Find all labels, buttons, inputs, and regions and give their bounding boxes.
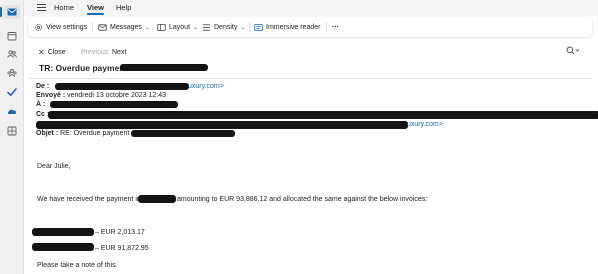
immersive-reader-icon [254,23,263,31]
object-field: Objet : RE: Overdue payment < [36,130,136,137]
more-options-button[interactable]: ··· [332,21,339,33]
sent-field: Envoyé : vendredi 13 octobre 2023 12:43 [36,92,166,99]
tab-home[interactable]: Home [54,3,74,12]
zoom-icon[interactable] [566,46,580,57]
ribbon-divider [92,22,93,32]
close-icon: ✕ [38,47,45,57]
redaction-bar [138,195,176,203]
redaction-bar [131,130,235,137]
groups-icon[interactable] [3,66,20,80]
email-greeting: Dear Julie, [37,163,71,170]
email-body-line-suffix: amounting to EUR 93,886.12 and allocated… [177,196,428,203]
layout-button[interactable]: Layout ⌄ [157,21,198,33]
email-body-line-prefix: We have received the payment in [37,196,141,203]
close-button[interactable]: ✕ Close [38,47,66,57]
mail-icon[interactable] [0,5,20,19]
view-settings-label: View settings [46,23,88,31]
chevron-down-icon: ⌄ [144,24,150,31]
ribbon-divider [326,22,327,32]
density-label: Density [214,23,238,31]
density-icon [202,23,211,31]
to-label: À : [36,101,46,108]
tab-help[interactable]: Help [116,3,131,12]
messages-button[interactable]: Messages ⌄ [98,21,150,33]
people-icon[interactable] [3,47,20,61]
gear-icon [35,23,42,31]
invoice-line: – EUR 91,872.95 [95,245,149,252]
chevron-down-icon: ⌄ [193,24,199,31]
redaction-bar [32,228,94,236]
redaction-bar [50,101,178,108]
cc-email-link[interactable]: uxury.com> [407,121,443,128]
ribbon-toolbar: View settings Messages ⌄ Layout ⌄ Densit… [28,17,592,37]
redaction-bar [120,64,208,71]
redaction-bar [32,243,94,251]
email-subject: TR: Overdue payment [39,63,128,73]
view-settings-button[interactable]: View settings [34,21,87,33]
app-rail [0,0,24,274]
invoice-line: – EUR 2,013.17 [95,229,145,236]
messages-label: Messages [110,23,142,31]
chevron-down-icon: ⌄ [240,24,246,31]
hamburger-menu-icon[interactable] [37,4,46,12]
top-menu-bar: Home View Help [24,0,598,16]
header-divider [28,78,592,79]
immersive-reader-label: Immersive reader [266,23,321,31]
next-button[interactable]: Next [112,47,126,57]
from-label: De : [36,83,50,90]
redaction-bar [55,83,189,90]
tab-view[interactable]: View [87,3,104,15]
reading-pane: ✕ Close Previous Next TR: Overdue paymen… [28,40,598,274]
onedrive-icon[interactable] [3,104,20,118]
previous-button[interactable]: Previous [81,47,108,57]
apps-icon[interactable] [3,124,20,138]
from-email-link[interactable]: uxury.com> [188,83,224,90]
calendar-icon[interactable] [3,29,20,43]
ribbon-divider [249,22,250,32]
density-button[interactable]: Density ⌄ [202,21,245,33]
redaction-bar [36,121,408,129]
todo-icon[interactable] [3,85,20,99]
immersive-reader-button[interactable]: Immersive reader [254,21,320,33]
close-label: Close [47,48,66,56]
layout-label: Layout [169,23,191,31]
email-closing: Please take a note of this. [37,262,118,269]
envelope-icon [98,23,107,31]
layout-icon [157,23,166,31]
redaction-bar [48,111,598,119]
